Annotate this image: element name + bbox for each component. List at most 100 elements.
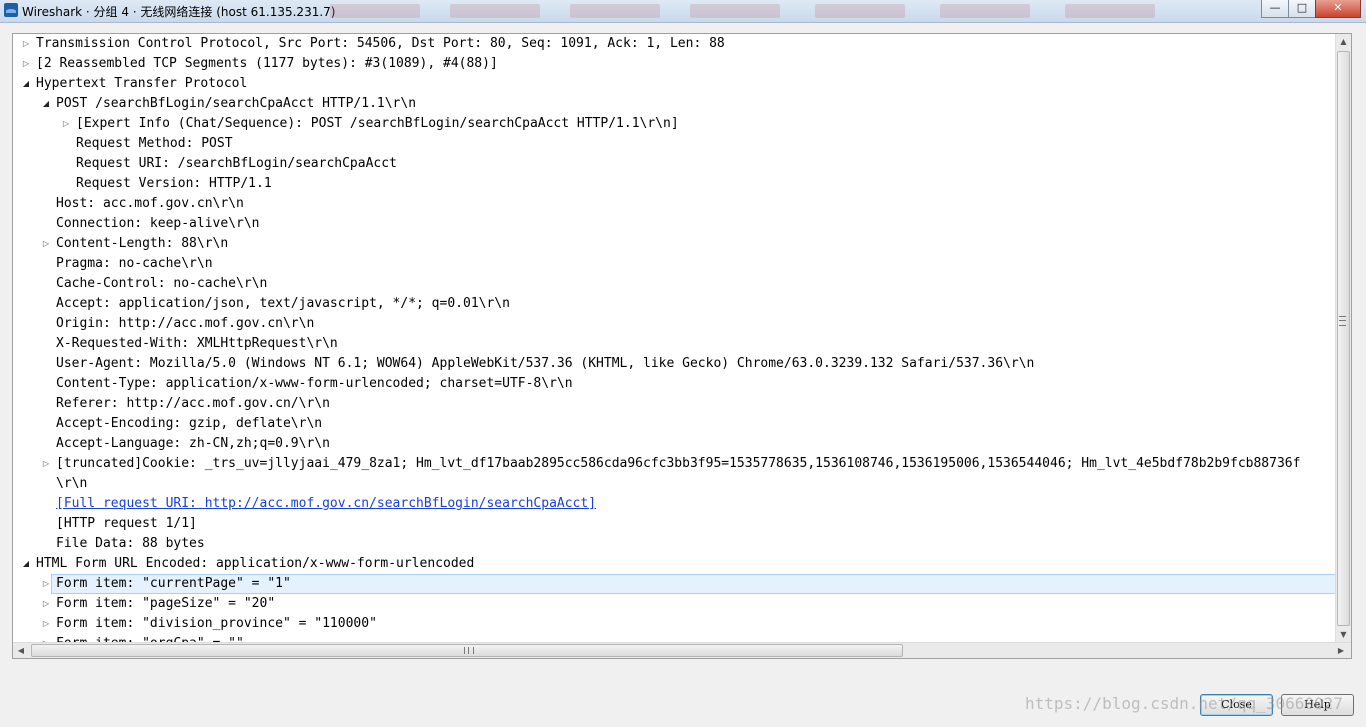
- close-button[interactable]: Close: [1200, 694, 1273, 716]
- collapsed-triangle-icon[interactable]: ▷: [21, 54, 31, 74]
- row-highlight: [51, 234, 1337, 254]
- tree-row-label: [2 Reassembled TCP Segments (1177 bytes)…: [36, 56, 498, 71]
- tree-row-label: Accept-Language: zh-CN,zh;q=0.9\r\n: [56, 436, 330, 451]
- background-taskbar-tab: [940, 4, 1030, 18]
- tree-row[interactable]: Request URI: /searchBfLogin/searchCpaAcc…: [13, 154, 1337, 174]
- row-highlight: [51, 474, 1337, 494]
- horizontal-scroll-thumb[interactable]: [31, 644, 903, 657]
- tree-row[interactable]: Pragma: no-cache\r\n: [13, 254, 1337, 274]
- scroll-down-arrow-icon[interactable]: ▼: [1336, 627, 1351, 643]
- tree-row-link[interactable]: [Full request URI: http://acc.mof.gov.cn…: [56, 494, 596, 514]
- scroll-left-arrow-icon[interactable]: ◀: [13, 643, 29, 658]
- tree-row-label: [HTTP request 1/1]: [56, 516, 197, 531]
- tree-row[interactable]: ◢ HTML Form URL Encoded: application/x-ww…: [13, 554, 1337, 574]
- background-taskbar-tab: [570, 4, 660, 18]
- scroll-up-arrow-icon[interactable]: ▲: [1336, 34, 1351, 50]
- tree-row-label: Origin: http://acc.mof.gov.cn\r\n: [56, 316, 315, 331]
- minimize-button[interactable]: —: [1261, 0, 1289, 18]
- vertical-scrollbar[interactable]: ▲ ▼: [1335, 34, 1351, 643]
- tree-row[interactable]: ▷ Transmission Control Protocol, Src Port…: [13, 34, 1337, 54]
- tree-row-label: Host: acc.mof.gov.cn\r\n: [56, 196, 244, 211]
- tree-row-label: Pragma: no-cache\r\n: [56, 256, 213, 271]
- collapsed-triangle-icon[interactable]: ▷: [41, 594, 51, 614]
- help-button[interactable]: Help: [1281, 694, 1354, 716]
- tree-row[interactable]: Request Version: HTTP/1.1: [13, 174, 1337, 194]
- tree-row[interactable]: [Full request URI: http://acc.mof.gov.cn…: [13, 494, 1337, 514]
- tree-row[interactable]: ▷ [Expert Info (Chat/Sequence): POST /sea…: [13, 114, 1337, 134]
- collapsed-triangle-icon[interactable]: ▷: [41, 574, 51, 594]
- tree-row-label: Content-Type: application/x-www-form-url…: [56, 376, 573, 391]
- tree-row[interactable]: Request Method: POST: [13, 134, 1337, 154]
- tree-row-label: Transmission Control Protocol, Src Port:…: [36, 36, 725, 51]
- row-highlight: [51, 254, 1337, 274]
- expanded-triangle-icon[interactable]: ◢: [41, 94, 51, 114]
- expanded-triangle-icon[interactable]: ◢: [21, 74, 31, 94]
- tree-row-label: Form item: "pageSize" = "20": [56, 596, 276, 611]
- tree-row[interactable]: X-Requested-With: XMLHttpRequest\r\n: [13, 334, 1337, 354]
- tree-row[interactable]: File Data: 88 bytes: [13, 534, 1337, 554]
- tree-row-label: POST /searchBfLogin/searchCpaAcct HTTP/1…: [56, 96, 417, 111]
- tree-row[interactable]: Accept-Encoding: gzip, deflate\r\n: [13, 414, 1337, 434]
- tree-row[interactable]: Content-Type: application/x-www-form-url…: [13, 374, 1337, 394]
- tree-row-label: Connection: keep-alive\r\n: [56, 216, 260, 231]
- tree-row[interactable]: \r\n: [13, 474, 1337, 494]
- tree-row[interactable]: ▷ Content-Length: 88\r\n: [13, 234, 1337, 254]
- collapsed-triangle-icon[interactable]: ▷: [41, 234, 51, 254]
- tree-row[interactable]: Connection: keep-alive\r\n: [13, 214, 1337, 234]
- tree-row-label: Request Version: HTTP/1.1: [76, 176, 272, 191]
- expanded-triangle-icon[interactable]: ◢: [21, 554, 31, 574]
- collapsed-triangle-icon[interactable]: ▷: [41, 454, 51, 474]
- tree-row-label: Referer: http://acc.mof.gov.cn/\r\n: [56, 396, 330, 411]
- grip-icon: [1339, 316, 1346, 326]
- tree-row[interactable]: [HTTP request 1/1]: [13, 514, 1337, 534]
- tree-row[interactable]: User-Agent: Mozilla/5.0 (Windows NT 6.1;…: [13, 354, 1337, 374]
- tree-row-label: HTML Form URL Encoded: application/x-www…: [36, 556, 475, 571]
- packet-details-tree[interactable]: ▷ Transmission Control Protocol, Src Port…: [12, 33, 1352, 659]
- tree-row-label: Request URI: /searchBfLogin/searchCpaAcc…: [76, 156, 397, 171]
- tree-row-label: [truncated]Cookie: _trs_uv=jllyjaai_479_…: [56, 456, 1301, 471]
- collapsed-triangle-icon[interactable]: ▷: [61, 114, 71, 134]
- tree-row-label: \r\n: [56, 476, 88, 491]
- wireshark-fin-icon: [4, 3, 18, 17]
- collapsed-triangle-icon[interactable]: ▷: [41, 614, 51, 634]
- tree-row-label: [Expert Info (Chat/Sequence): POST /sear…: [76, 116, 679, 131]
- row-highlight: [71, 134, 1337, 154]
- tree-row[interactable]: Host: acc.mof.gov.cn\r\n: [13, 194, 1337, 214]
- tree-row[interactable]: ▷ Form item: "currentPage" = "1": [13, 574, 1337, 594]
- tree-row[interactable]: Accept: application/json, text/javascrip…: [13, 294, 1337, 314]
- tree-row-label: Cache-Control: no-cache\r\n: [56, 276, 268, 291]
- row-highlight: [51, 194, 1337, 214]
- tree-row[interactable]: ▷ [2 Reassembled TCP Segments (1177 bytes…: [13, 54, 1337, 74]
- tree-row-label: Accept: application/json, text/javascrip…: [56, 296, 510, 311]
- scroll-right-arrow-icon[interactable]: ▶: [1333, 643, 1349, 658]
- tree-row[interactable]: ◢ POST /searchBfLogin/searchCpaAcct HTTP/…: [13, 94, 1337, 114]
- background-taskbar-tab: [1065, 4, 1155, 18]
- vertical-scroll-thumb[interactable]: [1337, 51, 1350, 626]
- row-highlight: [51, 534, 1337, 554]
- maximize-icon: □: [1296, 1, 1308, 14]
- minimize-icon: —: [1269, 1, 1281, 14]
- tree-row[interactable]: ◢ Hypertext Transfer Protocol: [13, 74, 1337, 94]
- grip-icon: [464, 647, 474, 654]
- tree-row-label: Content-Length: 88\r\n: [56, 236, 229, 251]
- tree-row-label: Form item: "division_province" = "110000…: [56, 616, 377, 631]
- window-title: Wireshark · 分组 4 · 无线网络连接 (host 61.135.2…: [22, 5, 336, 19]
- tree-row[interactable]: Referer: http://acc.mof.gov.cn/\r\n: [13, 394, 1337, 414]
- maximize-button[interactable]: □: [1288, 0, 1316, 18]
- tree-row[interactable]: ▷ Form item: "pageSize" = "20": [13, 594, 1337, 614]
- tree-row[interactable]: Accept-Language: zh-CN,zh;q=0.9\r\n: [13, 434, 1337, 454]
- background-taskbar-tab: [815, 4, 905, 18]
- collapsed-triangle-icon[interactable]: ▷: [21, 34, 31, 54]
- tree-row[interactable]: ▷ [truncated]Cookie: _trs_uv=jllyjaai_47…: [13, 454, 1337, 474]
- horizontal-scrollbar[interactable]: ◀ ▶: [13, 642, 1351, 658]
- tree-row-label: Hypertext Transfer Protocol: [36, 76, 248, 91]
- tree-row-label: File Data: 88 bytes: [56, 536, 205, 551]
- close-icon: ✕: [1333, 1, 1343, 14]
- tree-row-label: Request Method: POST: [76, 136, 233, 151]
- title-bar[interactable]: Wireshark · 分组 4 · 无线网络连接 (host 61.135.2…: [0, 0, 1366, 23]
- tree-row[interactable]: Cache-Control: no-cache\r\n: [13, 274, 1337, 294]
- close-window-button[interactable]: ✕: [1315, 0, 1361, 18]
- tree-row-label: X-Requested-With: XMLHttpRequest\r\n: [56, 336, 338, 351]
- tree-row[interactable]: Origin: http://acc.mof.gov.cn\r\n: [13, 314, 1337, 334]
- tree-row[interactable]: ▷ Form item: "division_province" = "11000…: [13, 614, 1337, 634]
